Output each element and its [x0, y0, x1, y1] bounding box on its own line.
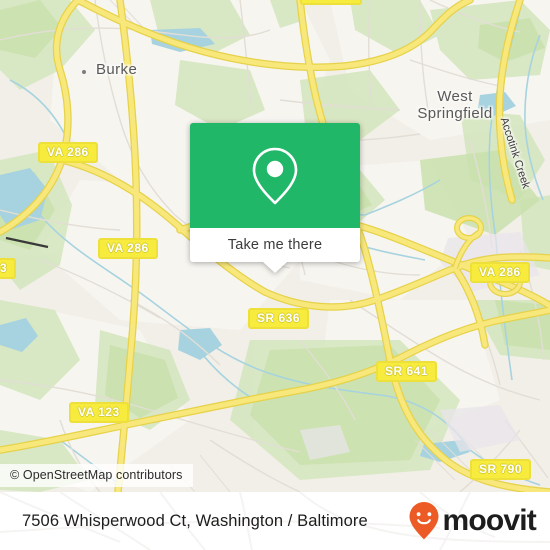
route-shield-clipped-left[interactable]: 3 [0, 258, 17, 279]
route-shield-clipped-top[interactable] [300, 0, 362, 5]
route-shield-sr-790[interactable]: SR 790 [470, 459, 532, 480]
route-shield-va-286-east[interactable]: VA 286 [470, 262, 530, 283]
popup-header [190, 123, 360, 228]
place-dot-burke [82, 70, 86, 74]
route-shield-sr-641[interactable]: SR 641 [376, 361, 438, 382]
moovit-brand-logo[interactable]: moovit [408, 501, 537, 541]
route-shield-va-286-nw[interactable]: VA 286 [38, 142, 98, 163]
route-shield-va-286-mid[interactable]: VA 286 [98, 238, 158, 259]
map-canvas[interactable]: Burke West Springfield Accotink Creek VA… [0, 0, 550, 492]
route-shield-sr-636[interactable]: SR 636 [248, 308, 310, 329]
destination-popup[interactable]: Take me there [190, 123, 360, 273]
map-pin-icon [252, 147, 298, 204]
footer-bar: 7506 Whisperwood Ct, Washington / Baltim… [0, 492, 550, 550]
moovit-wordmark: moovit [442, 504, 536, 537]
moovit-map-screenshot: Burke West Springfield Accotink Creek VA… [0, 0, 550, 550]
popup-pointer [263, 262, 287, 273]
osm-attribution[interactable]: © OpenStreetMap contributors [0, 464, 193, 487]
location-address: 7506 Whisperwood Ct, Washington / Baltim… [22, 511, 368, 530]
route-shield-va-123[interactable]: VA 123 [69, 402, 129, 423]
popup-footer[interactable]: Take me there [190, 228, 360, 262]
take-me-there-label: Take me there [227, 237, 323, 253]
moovit-smiley-pin-icon [409, 502, 439, 540]
